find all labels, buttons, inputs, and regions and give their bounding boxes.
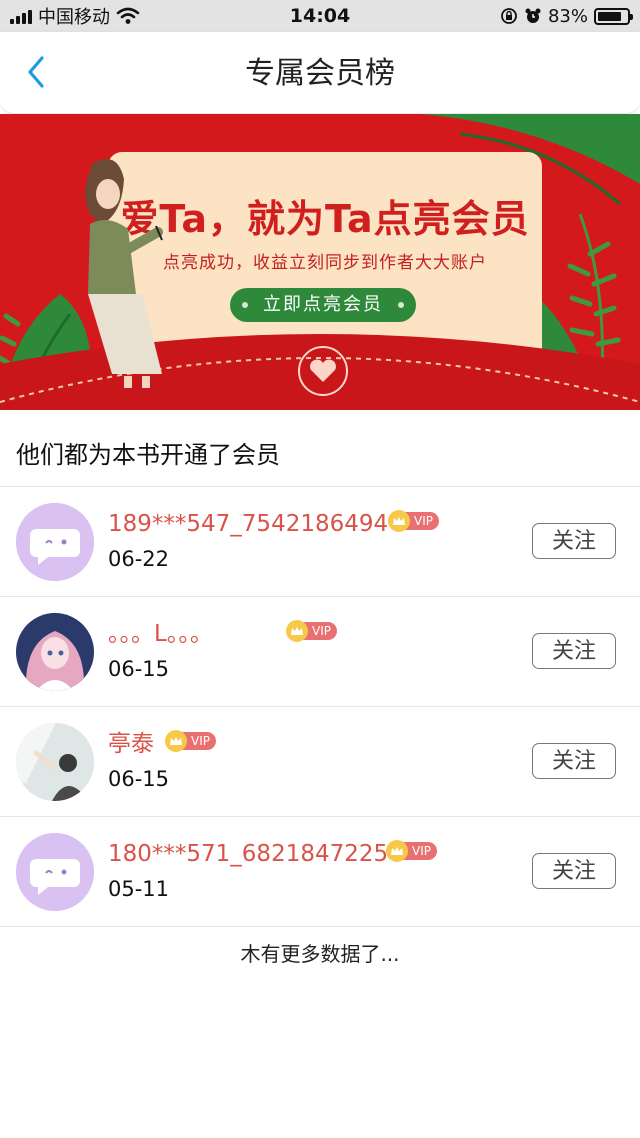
page-title: 专属会员榜 (245, 56, 395, 91)
list-item[interactable]: 。。。L。。。 VIP 06-15 关注 (0, 597, 640, 707)
default-chat-avatar-icon (16, 833, 94, 911)
crown-icon (386, 840, 408, 862)
avatar[interactable] (16, 613, 94, 691)
member-date: 05-11 (108, 877, 170, 901)
follow-button[interactable]: 关注 (532, 633, 616, 669)
list-item[interactable]: 189***547_7542186494 VIP 06-22 关注 (0, 487, 640, 597)
battery-icon (594, 7, 633, 25)
member-name: 180***571_6821847225 (108, 841, 389, 867)
member-name: 。。。L。。。 (108, 621, 213, 647)
member-list: 189***547_7542186494 VIP 06-22 关注 。。。L。。… (0, 487, 640, 927)
avatar[interactable] (16, 833, 94, 911)
crown-icon (286, 620, 308, 642)
follow-button[interactable]: 关注 (532, 743, 616, 779)
follow-button[interactable]: 关注 (532, 853, 616, 889)
photo-avatar-icon (16, 723, 94, 801)
alarm-icon (525, 8, 541, 23)
battery-percent: 83% (547, 5, 588, 27)
nav-bar: 专属会员榜 (0, 32, 640, 114)
member-date: 06-15 (108, 657, 170, 681)
member-date: 06-15 (108, 767, 170, 791)
battery-fill (598, 11, 622, 21)
vip-badge: VIP (165, 730, 216, 752)
section-title: 他们都为本书开通了会员 (16, 441, 280, 469)
status-bar: 中国移动 14:04 83% (0, 0, 640, 32)
member-date: 06-22 (108, 547, 170, 571)
crown-icon (388, 510, 410, 532)
reading-woman-illustration (85, 159, 163, 388)
vip-badge: VIP (386, 840, 437, 862)
member-name: 189***547_7542186494 (108, 511, 389, 537)
crown-icon (165, 730, 187, 752)
default-chat-avatar-icon (16, 503, 94, 581)
no-more-data-note: 木有更多数据了... (240, 942, 400, 966)
list-item[interactable]: 亭泰 VIP 06-15 关注 (0, 707, 640, 817)
anime-girl-avatar-icon (16, 613, 94, 691)
follow-button[interactable]: 关注 (532, 523, 616, 559)
promo-banner[interactable]: 爱Ta，就为Ta点亮会员 点亮成功，收益立刻同步到作者大大账户 立即点亮会员 (0, 114, 640, 410)
avatar[interactable] (16, 723, 94, 801)
heart-seal-icon (298, 346, 348, 396)
vip-badge: VIP (388, 510, 439, 532)
status-right: 83% (500, 4, 633, 28)
list-item[interactable]: 180***571_6821847225 VIP 05-11 关注 (0, 817, 640, 927)
orientation-lock-icon (501, 8, 517, 24)
vip-badge: VIP (286, 620, 337, 642)
member-name: 亭泰 (108, 731, 154, 757)
avatar[interactable] (16, 503, 94, 581)
